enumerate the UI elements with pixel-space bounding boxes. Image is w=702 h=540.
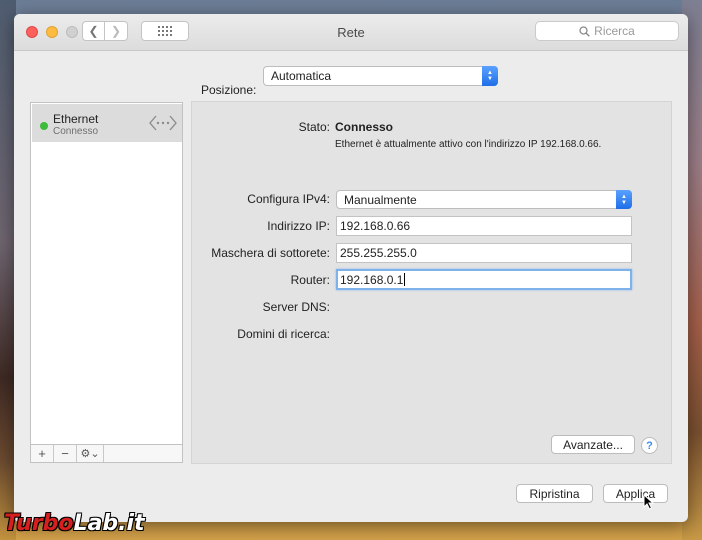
apply-button[interactable]: Applica (603, 484, 668, 503)
status-description: Ethernet è attualmente attivo con l'indi… (335, 139, 602, 150)
popup-arrows-icon: ▲ ▼ (482, 66, 498, 86)
ip-address-field[interactable]: 192.168.0.66 (336, 216, 632, 236)
title-bar: ❮ ❯ Rete Ricerca (14, 14, 688, 51)
configure-ipv4-label: Configura IPv4: (247, 192, 330, 206)
status-label: Stato: (298, 120, 330, 134)
service-name: Ethernet (53, 112, 99, 126)
minus-icon: − (61, 446, 69, 461)
configure-ipv4-value: Manualmente (344, 192, 417, 207)
plus-icon: + (38, 446, 46, 461)
search-field[interactable]: Ricerca (535, 21, 679, 41)
location-label: Posizione: (201, 83, 257, 97)
search-domains-label: Domini di ricerca: (237, 327, 330, 341)
router-label: Router: (290, 273, 330, 287)
status-value: Connesso (335, 120, 394, 134)
help-button[interactable]: ? (641, 437, 658, 454)
action-menu-button[interactable]: ⚙︎⌄ (77, 445, 104, 462)
subnet-mask-value: 255.255.255.0 (340, 246, 417, 260)
router-field[interactable]: 192.168.0.1 (336, 269, 632, 290)
popup-arrows-icon: ▲ ▼ (616, 190, 632, 209)
turbolab-watermark: TurboLab.it (4, 511, 145, 536)
text-caret (404, 273, 406, 286)
ip-address-label: Indirizzo IP: (267, 219, 330, 233)
network-preferences-window: ❮ ❯ Rete Ricerca Posizione: Automatica ▲… (14, 14, 688, 522)
ip-address-value: 192.168.0.66 (340, 219, 411, 233)
advanced-button[interactable]: Avanzate... (551, 435, 635, 454)
router-value: 192.168.0.1 (340, 272, 404, 287)
subnet-mask-label: Maschera di sottorete: (211, 246, 330, 260)
location-popup[interactable]: Automatica ▲ ▼ (263, 66, 498, 86)
gear-icon: ⚙︎⌄ (80, 448, 100, 460)
service-list-toolbar: + − ⚙︎⌄ (30, 444, 183, 463)
mouse-pointer-icon (643, 494, 654, 510)
service-list: Ethernet Connesso (30, 102, 183, 463)
ethernet-icon (149, 115, 177, 131)
remove-service-button[interactable]: − (54, 445, 77, 462)
dns-server-label: Server DNS: (262, 300, 330, 314)
service-status: Connesso (53, 126, 99, 137)
search-icon (579, 25, 590, 37)
status-dot-icon (40, 122, 48, 130)
add-service-button[interactable]: + (31, 445, 54, 462)
location-value: Automatica (271, 69, 332, 83)
revert-button[interactable]: Ripristina (516, 484, 593, 503)
search-placeholder: Ricerca (594, 24, 635, 38)
subnet-mask-field[interactable]: 255.255.255.0 (336, 243, 632, 263)
service-item-ethernet[interactable]: Ethernet Connesso (32, 104, 182, 142)
configure-ipv4-popup[interactable]: Manualmente ▲ ▼ (336, 190, 632, 209)
